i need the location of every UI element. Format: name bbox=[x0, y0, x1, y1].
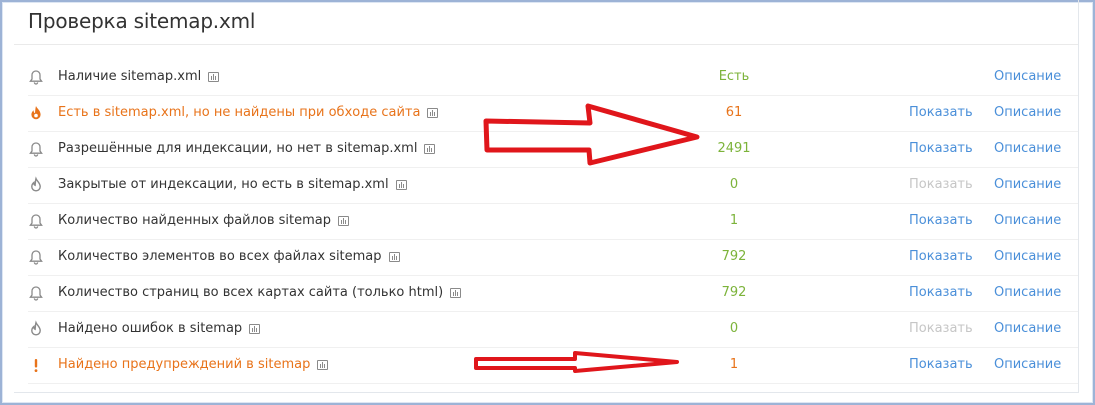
chart-icon[interactable] bbox=[208, 71, 220, 82]
description-link[interactable]: Описание bbox=[994, 105, 1061, 120]
exclamation-icon bbox=[28, 356, 44, 376]
row-label: Найдено предупреждений в sitemap bbox=[58, 357, 329, 372]
row-label: Разрешённые для индексации, но нет в sit… bbox=[58, 141, 436, 156]
bell-icon bbox=[28, 68, 44, 88]
row-value: 1 bbox=[729, 357, 739, 372]
row-label-text: Разрешённые для индексации, но нет в sit… bbox=[58, 141, 418, 156]
flame-icon bbox=[28, 104, 44, 124]
chart-icon[interactable] bbox=[317, 359, 329, 370]
flame-outline-icon bbox=[28, 320, 44, 340]
show-link[interactable]: Показать bbox=[909, 249, 973, 264]
row-value: 1 bbox=[729, 213, 739, 228]
show-link: Показать bbox=[909, 321, 973, 336]
row-label-text: Наличие sitemap.xml bbox=[58, 69, 202, 84]
show-link[interactable]: Показать bbox=[909, 213, 973, 228]
row-label-text: Количество элементов во всех файлах site… bbox=[58, 249, 382, 264]
row-label: Наличие sitemap.xml bbox=[58, 69, 220, 84]
description-link[interactable]: Описание bbox=[994, 69, 1061, 84]
title-divider bbox=[14, 44, 1078, 45]
row-value: 61 bbox=[725, 105, 743, 120]
chart-icon[interactable] bbox=[427, 107, 439, 118]
panel-bottom-edge bbox=[14, 392, 1079, 393]
panel-right-edge bbox=[1078, 0, 1079, 392]
row-divider bbox=[28, 383, 1078, 384]
description-link[interactable]: Описание bbox=[994, 285, 1061, 300]
chart-icon[interactable] bbox=[388, 251, 400, 262]
row-value: 792 bbox=[721, 285, 747, 300]
description-link[interactable]: Описание bbox=[994, 177, 1061, 192]
row-label-text: Количество страниц во всех картах сайта … bbox=[58, 285, 444, 300]
description-link[interactable]: Описание bbox=[994, 141, 1061, 156]
description-link[interactable]: Описание bbox=[994, 357, 1061, 372]
chart-icon[interactable] bbox=[249, 323, 261, 334]
chart-icon[interactable] bbox=[338, 215, 350, 226]
show-link[interactable]: Показать bbox=[909, 141, 973, 156]
bell-icon bbox=[28, 248, 44, 268]
row-label-text: Есть в sitemap.xml, но не найдены при об… bbox=[58, 105, 421, 120]
row-label: Есть в sitemap.xml, но не найдены при об… bbox=[58, 105, 439, 120]
bell-icon bbox=[28, 140, 44, 160]
row-label: Количество страниц во всех картах сайта … bbox=[58, 285, 462, 300]
row-value: 0 bbox=[729, 321, 739, 336]
row-label: Количество элементов во всех файлах site… bbox=[58, 249, 400, 264]
row-label-text: Найдено ошибок в sitemap bbox=[58, 321, 243, 336]
flame-outline-icon bbox=[28, 176, 44, 196]
check-row: Разрешённые для индексации, но нет в sit… bbox=[14, 132, 1078, 168]
chart-icon[interactable] bbox=[424, 143, 436, 154]
check-row: Найдено предупреждений в sitemap 1 Показат… bbox=[14, 348, 1078, 384]
row-value: 792 bbox=[721, 249, 747, 264]
row-value: 0 bbox=[729, 177, 739, 192]
check-row: Количество найденных файлов sitemap 1 Пока… bbox=[14, 204, 1078, 240]
row-label: Закрытые от индексации, но есть в sitema… bbox=[58, 177, 407, 192]
description-link[interactable]: Описание bbox=[994, 321, 1061, 336]
bell-icon bbox=[28, 212, 44, 232]
panel-title: Проверка sitemap.xml bbox=[28, 9, 256, 33]
check-row: Количество элементов во всех файлах site… bbox=[14, 240, 1078, 276]
row-label-text: Найдено предупреждений в sitemap bbox=[58, 357, 311, 372]
show-link[interactable]: Показать bbox=[909, 105, 973, 120]
row-value: Есть bbox=[718, 69, 750, 84]
row-label: Количество найденных файлов sitemap bbox=[58, 213, 350, 228]
check-row: Есть в sitemap.xml, но не найдены при об… bbox=[14, 96, 1078, 132]
check-row: Количество страниц во всех картах сайта … bbox=[14, 276, 1078, 312]
description-link[interactable]: Описание bbox=[994, 249, 1061, 264]
show-link[interactable]: Показать bbox=[909, 357, 973, 372]
bell-icon bbox=[28, 284, 44, 304]
check-row: Наличие sitemap.xml Есть Описание bbox=[14, 60, 1078, 96]
check-row: Найдено ошибок в sitemap 0 Показать Описани… bbox=[14, 312, 1078, 348]
show-link[interactable]: Показать bbox=[909, 285, 973, 300]
row-label: Найдено ошибок в sitemap bbox=[58, 321, 261, 336]
chart-icon[interactable] bbox=[450, 287, 462, 298]
row-label-text: Количество найденных файлов sitemap bbox=[58, 213, 332, 228]
row-value: 2491 bbox=[717, 141, 751, 156]
row-label-text: Закрытые от индексации, но есть в sitema… bbox=[58, 177, 389, 192]
description-link[interactable]: Описание bbox=[994, 213, 1061, 228]
check-row: Закрытые от индексации, но есть в sitema… bbox=[14, 168, 1078, 204]
chart-icon[interactable] bbox=[395, 179, 407, 190]
show-link: Показать bbox=[909, 177, 973, 192]
